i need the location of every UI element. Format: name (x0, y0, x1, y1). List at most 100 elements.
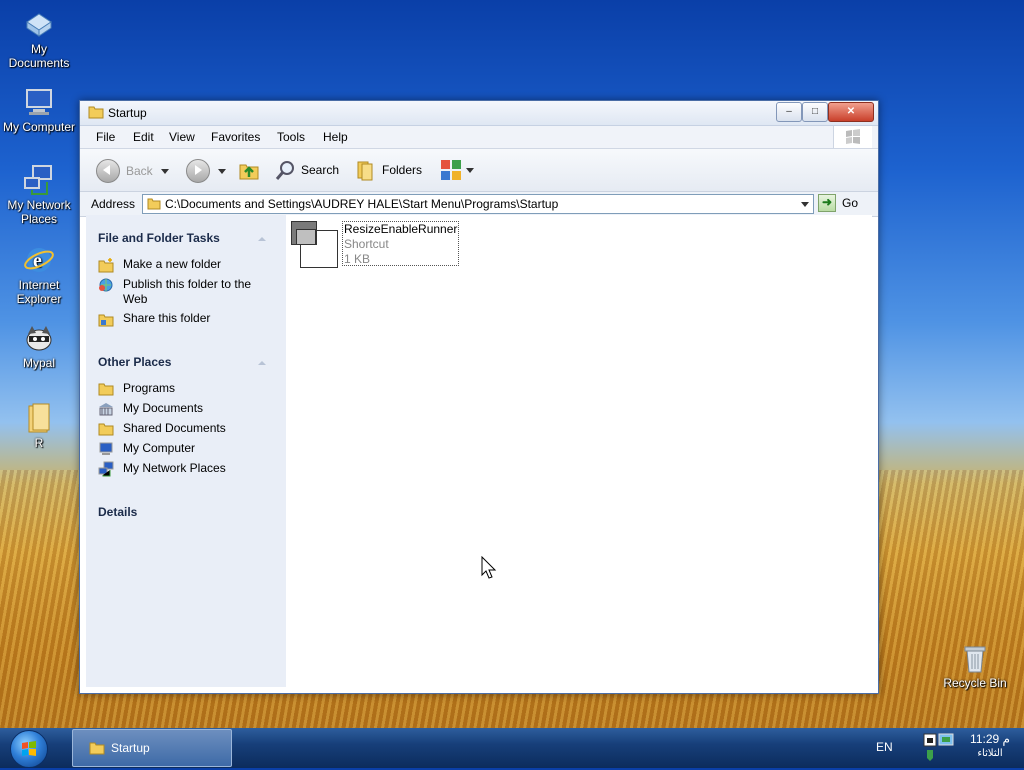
link-text: Programs (123, 381, 176, 395)
minimize-button[interactable]: – (776, 102, 802, 122)
toolbar: Back Search Folders (80, 149, 878, 192)
shortcut-icon (290, 221, 340, 269)
task-pane: File and Folder Tasks Make a new folder … (86, 215, 286, 687)
file-name: ResizeEnableRunner (344, 222, 458, 236)
make-new-folder-link[interactable]: Make a new folder (98, 257, 278, 273)
place-network-places-link[interactable]: My Network Places (98, 461, 278, 477)
menu-file[interactable]: File (96, 130, 115, 144)
chevron-down-icon[interactable] (801, 202, 809, 207)
address-bar: Address C:\Documents and Settings\AUDREY… (80, 192, 878, 217)
details-heading[interactable]: Details (98, 505, 137, 519)
search-button[interactable]: Search (275, 159, 339, 181)
address-input[interactable]: C:\Documents and Settings\AUDREY HALE\St… (142, 194, 814, 214)
go-arrow-icon: ➜ (818, 194, 836, 212)
folders-label: Folders (382, 163, 423, 177)
folders-button[interactable]: Folders (354, 159, 422, 181)
chevron-up-icon[interactable] (258, 361, 266, 365)
desktop-icon-network-places[interactable]: My Network Places (0, 164, 78, 226)
forward-button[interactable] (186, 159, 226, 183)
forward-arrow-icon (186, 159, 210, 183)
back-label: Back (126, 164, 153, 178)
other-places-heading[interactable]: Other Places (98, 355, 171, 369)
desktop-icon-label: My Documents (8, 42, 70, 70)
desktop-icon-my-documents[interactable]: My Documents (0, 8, 78, 70)
title-bar[interactable]: Startup – □ ✕ (80, 101, 878, 126)
link-text: Publish this folder to the Web (123, 277, 252, 306)
desktop-icon-folder-r[interactable]: R (0, 402, 78, 450)
network-tray-icon[interactable] (923, 733, 937, 747)
chevron-down-icon (218, 168, 226, 174)
security-tray-icon[interactable] (927, 750, 933, 761)
views-button[interactable] (440, 159, 474, 181)
link-text: Make a new folder (123, 257, 222, 271)
chevron-down-icon (466, 167, 474, 173)
place-shared-documents-link[interactable]: Shared Documents (98, 421, 278, 437)
share-folder-icon (98, 314, 114, 327)
explorer-window: Startup – □ ✕ File Edit View Favorites T… (79, 100, 879, 694)
menu-help[interactable]: Help (323, 130, 348, 144)
menu-tools[interactable]: Tools (277, 130, 305, 144)
publish-folder-link[interactable]: Publish this folder to the Web (98, 277, 278, 307)
menu-bar: File Edit View Favorites Tools Help (80, 126, 878, 149)
search-label: Search (301, 163, 340, 177)
language-indicator[interactable]: EN (876, 740, 893, 754)
clock-day: الثلاثاء (977, 748, 1003, 759)
file-item-resizeenablerunner[interactable]: ResizeEnableRunner Shortcut 1 KB (290, 221, 460, 269)
maximize-button[interactable]: □ (802, 102, 828, 122)
go-button[interactable]: ➜ Go (818, 194, 858, 212)
file-list[interactable]: ResizeEnableRunner Shortcut 1 KB (286, 215, 872, 687)
taskbar-item-label: Startup (111, 741, 150, 755)
folder-icon (147, 198, 161, 210)
address-label: Address (91, 197, 136, 211)
place-my-documents-link[interactable]: My Documents (98, 401, 278, 417)
share-folder-link[interactable]: Share this folder (98, 311, 278, 327)
network-places-icon (23, 164, 55, 196)
clock[interactable]: 11:29 م الثلاثاء (966, 732, 1014, 759)
monitor-tray-icon[interactable] (938, 733, 954, 746)
desktop-icon-internet-explorer[interactable]: e Internet Explorer (0, 244, 78, 306)
taskbar-item-startup[interactable]: Startup (72, 729, 232, 767)
up-folder-icon (239, 164, 259, 180)
close-button[interactable]: ✕ (828, 102, 874, 122)
folders-icon (357, 161, 373, 181)
back-arrow-icon (96, 159, 120, 183)
folder-icon (88, 106, 104, 119)
window-content: File and Folder Tasks Make a new folder … (86, 215, 872, 687)
folder-icon (98, 423, 114, 436)
chevron-down-icon (160, 168, 169, 174)
my-computer-icon (23, 86, 55, 118)
up-folder-button[interactable] (238, 159, 260, 181)
menu-view[interactable]: View (169, 130, 195, 144)
go-label: Go (842, 196, 859, 210)
file-folder-tasks-heading[interactable]: File and Folder Tasks (98, 231, 220, 245)
desktop-icon-label: My Computer (2, 120, 76, 134)
desktop-icon-label: My Network Places (7, 198, 71, 226)
file-type: Shortcut (344, 237, 389, 251)
search-icon (275, 161, 294, 180)
desktop-icon-mypal[interactable]: Mypal (0, 322, 78, 370)
taskbar: Startup EN 11:29 م الثلاثاء (0, 728, 1024, 768)
mouse-cursor-icon (481, 556, 497, 579)
desktop-icon-recycle-bin[interactable]: Recycle Bin (936, 642, 1014, 690)
chevron-up-icon[interactable] (258, 237, 266, 241)
link-text: Share this folder (123, 311, 211, 325)
menu-edit[interactable]: Edit (133, 130, 154, 144)
recycle-bin-icon (959, 642, 991, 674)
folder-icon (23, 402, 55, 434)
back-button[interactable]: Back (96, 159, 169, 183)
link-text: My Network Places (123, 461, 226, 475)
publish-web-icon (99, 278, 113, 292)
system-tray (922, 732, 956, 764)
menu-favorites[interactable]: Favorites (211, 130, 260, 144)
start-button[interactable] (10, 730, 48, 768)
place-programs-link[interactable]: Programs (98, 381, 278, 397)
views-icon (441, 160, 461, 180)
place-my-computer-link[interactable]: My Computer (98, 441, 278, 457)
my-computer-icon (99, 442, 113, 455)
desktop-icon-label: Mypal (22, 356, 55, 370)
my-documents-icon (23, 8, 55, 40)
my-documents-icon (99, 403, 113, 416)
desktop-icon-my-computer[interactable]: My Computer (0, 86, 78, 134)
link-text: My Documents (123, 401, 204, 415)
desktop-icon-label: Internet Explorer (16, 278, 62, 306)
